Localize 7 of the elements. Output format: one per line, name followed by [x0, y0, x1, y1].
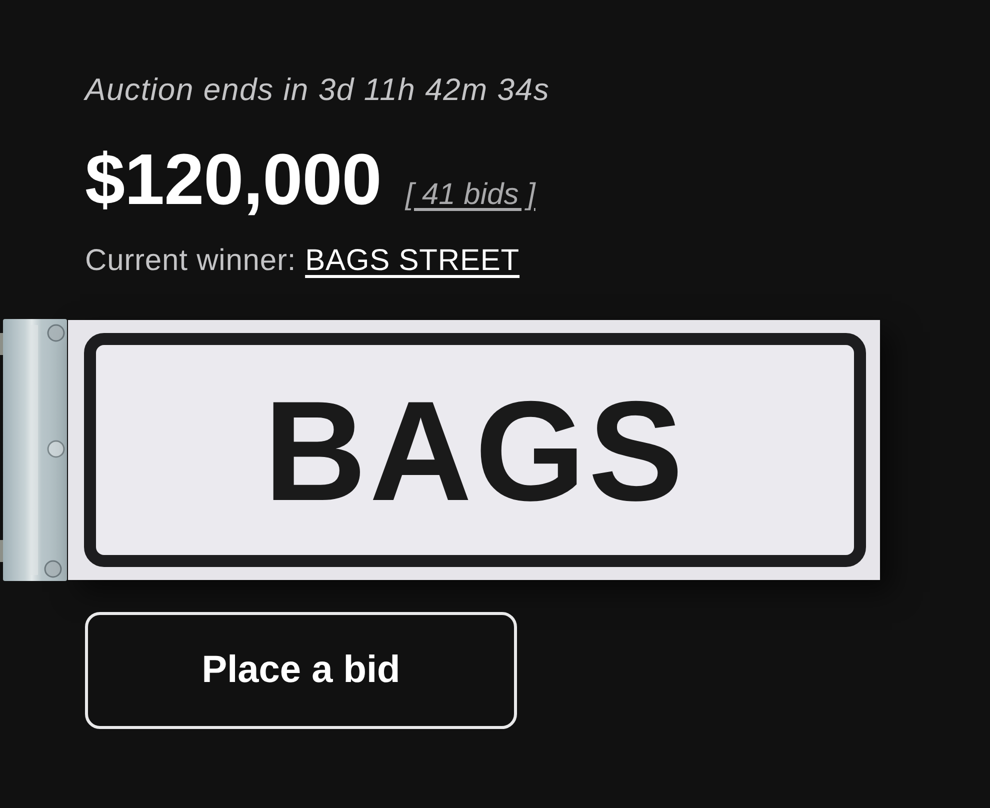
- current-price: $120,000: [85, 139, 382, 222]
- place-bid-button[interactable]: Place a bid: [85, 612, 517, 729]
- winner-label: Current winner:: [85, 245, 296, 277]
- auction-countdown: Auction ends in 3d 11h 42m 34s: [85, 73, 550, 107]
- sign-name: BAGS: [84, 333, 866, 567]
- bids-count-link[interactable]: [ 41 bids ]: [405, 178, 536, 212]
- winner-link[interactable]: BAGS STREET: [305, 245, 520, 277]
